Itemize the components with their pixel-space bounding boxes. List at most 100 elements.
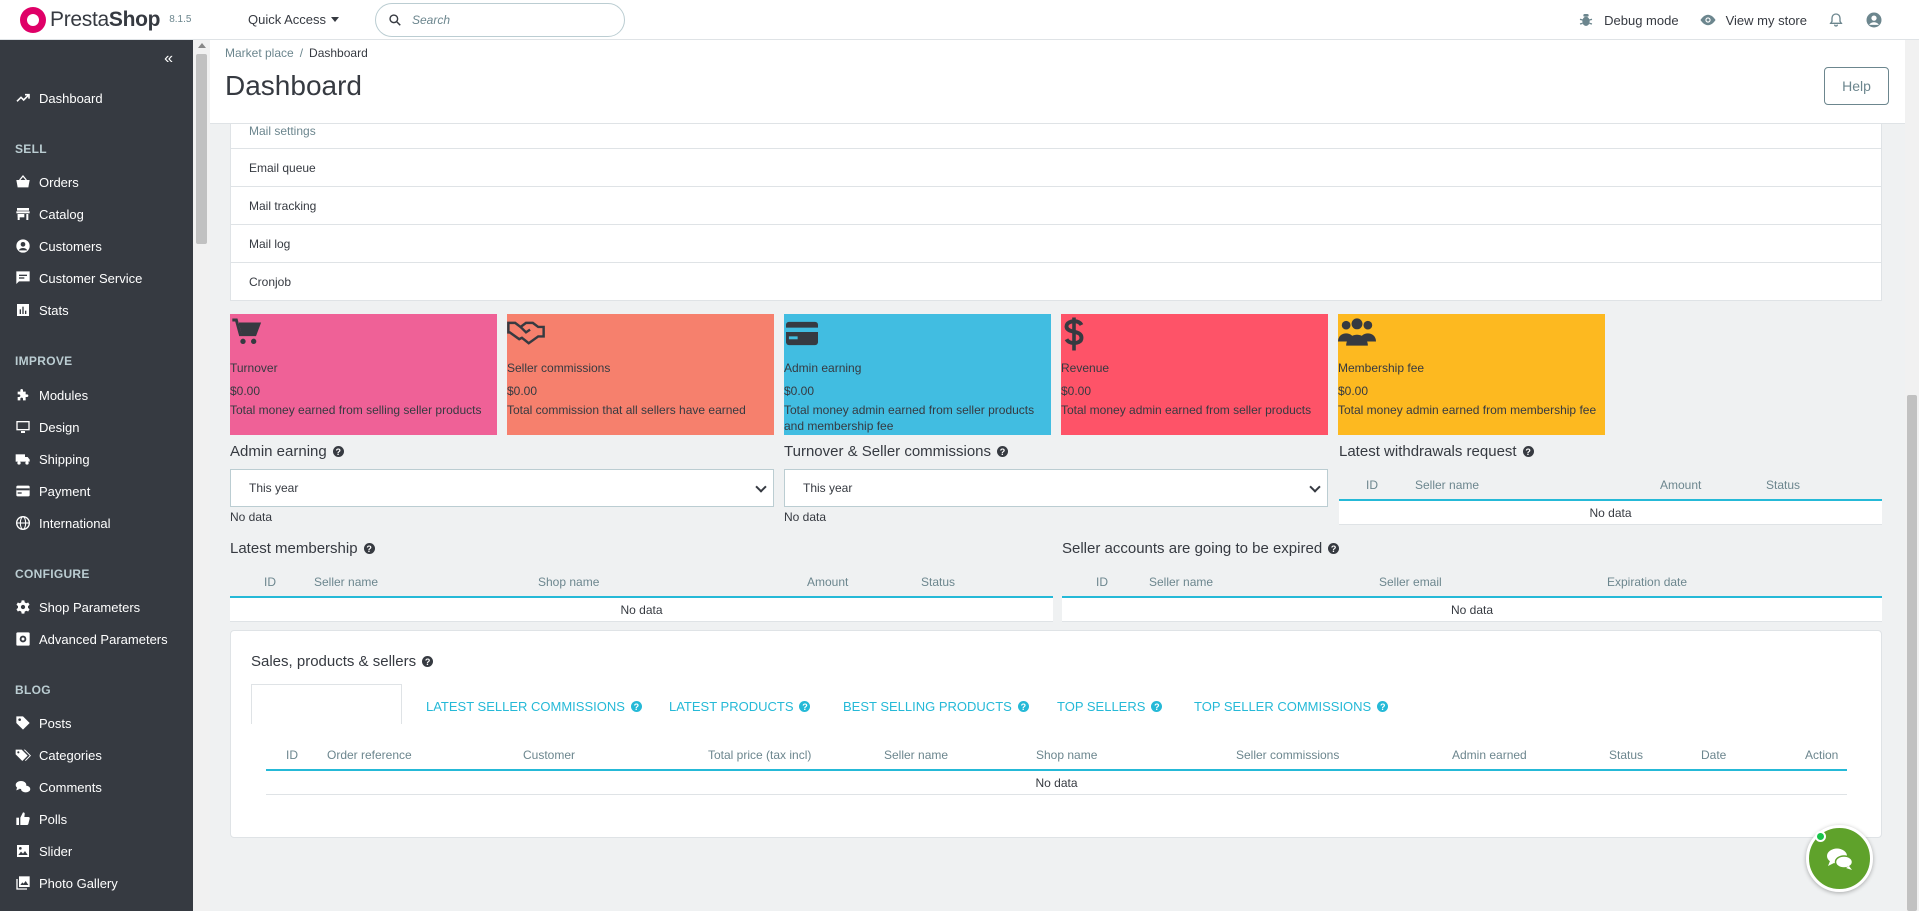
menu-item-mail-tracking[interactable]: Mail tracking <box>231 186 1881 224</box>
scroll-up-arrow-icon[interactable] <box>198 43 206 48</box>
column-header[interactable]: Seller commissions <box>1236 748 1339 762</box>
question-circle-icon[interactable]: ? <box>363 543 375 554</box>
sidebar-item-posts[interactable]: Posts <box>15 715 72 731</box>
tab-latest-seller-commissions[interactable]: LATEST SELLER COMMISSIONS ? <box>426 699 642 714</box>
chevron-down-icon <box>1309 481 1321 493</box>
sidebar-item-categories[interactable]: Categories <box>15 747 102 763</box>
logo-text-presta: Presta <box>50 7 109 31</box>
turnover-period-select[interactable]: This year <box>784 469 1328 507</box>
seller-commissions-table-header: ID Order reference Customer Total price … <box>266 739 1847 771</box>
stat-card-revenue: Revenue $0.00 Total money admin earned f… <box>1061 314 1328 435</box>
column-header[interactable]: Shop name <box>538 575 599 589</box>
breadcrumb-parent[interactable]: Market place <box>225 46 294 60</box>
tab-top-sellers[interactable]: TOP SELLERS ? <box>1057 699 1163 714</box>
sidebar-item-international[interactable]: International <box>15 515 111 531</box>
column-header[interactable]: Seller name <box>1149 575 1213 589</box>
expired-accounts-title: Seller accounts are going to be expired … <box>1062 540 1340 557</box>
sidebar-item-photo-gallery[interactable]: Photo Gallery <box>15 875 118 891</box>
breadcrumb: Market place / Dashboard <box>225 46 368 60</box>
table-row: No data <box>1062 598 1882 622</box>
sidebar-item-customers[interactable]: Customers <box>15 238 102 254</box>
column-header[interactable]: Amount <box>1660 478 1701 492</box>
account-button[interactable] <box>1865 11 1883 29</box>
column-header[interactable]: Expiration date <box>1607 575 1687 589</box>
sidebar-item-label: Catalog <box>39 206 84 222</box>
collapse-sidebar-icon[interactable]: « <box>164 50 173 68</box>
column-header[interactable]: Admin earned <box>1452 748 1527 762</box>
tab-latest-products[interactable]: LATEST PRODUCTS ? <box>669 699 811 714</box>
sidebar-item-polls[interactable]: Polls <box>15 811 67 827</box>
column-header[interactable]: Action <box>1805 748 1838 762</box>
sidebar-item-customer-service[interactable]: Customer Service <box>15 270 142 286</box>
search-box[interactable] <box>375 2 625 37</box>
sidebar-item-advanced-parameters[interactable]: Advanced Parameters <box>15 631 168 647</box>
sidebar-item-shop-parameters[interactable]: Shop Parameters <box>15 599 140 615</box>
account-circle-icon <box>1865 11 1883 29</box>
tab-top-seller-commissions[interactable]: TOP SELLER COMMISSIONS ? <box>1194 699 1389 714</box>
live-chat-button[interactable] <box>1806 825 1873 892</box>
sidebar-item-orders[interactable]: Orders <box>15 174 79 190</box>
header-actions: Debug mode View my store <box>1557 0 1883 40</box>
top-header: PrestaShop 8.1.5 Quick Access Debug mode… <box>0 0 1919 40</box>
handshake-icon <box>507 321 545 345</box>
column-header[interactable]: Seller name <box>1415 478 1479 492</box>
question-circle-icon[interactable]: ? <box>422 656 434 667</box>
column-header[interactable]: Status <box>1609 748 1643 762</box>
column-header[interactable]: ID <box>1096 575 1108 589</box>
cart-icon <box>232 318 262 344</box>
column-header[interactable]: Date <box>1701 748 1726 762</box>
column-header[interactable]: ID <box>264 575 276 589</box>
sidebar-item-dashboard[interactable]: Dashboard <box>15 90 103 106</box>
column-header[interactable]: Customer <box>523 748 575 762</box>
sidebar-item-shipping[interactable]: Shipping <box>15 451 90 467</box>
question-circle-icon[interactable]: ? <box>1328 543 1340 554</box>
column-header[interactable]: Seller email <box>1379 575 1442 589</box>
page-scrollbar-thumb[interactable] <box>1907 395 1917 911</box>
sidebar-item-comments[interactable]: Comments <box>15 779 102 795</box>
search-input[interactable] <box>412 12 592 27</box>
page-scrollbar[interactable] <box>1905 40 1919 911</box>
view-store-link[interactable]: View my store <box>1699 11 1807 29</box>
admin-earning-period-select[interactable]: This year <box>230 469 774 507</box>
tags-icon <box>15 749 31 761</box>
menu-item-email-queue[interactable]: Email queue <box>231 148 1881 186</box>
question-circle-icon[interactable]: ? <box>1522 446 1534 457</box>
notifications-button[interactable] <box>1827 11 1845 29</box>
column-header[interactable]: Seller name <box>884 748 948 762</box>
basket-icon <box>16 174 30 188</box>
sidebar-scrollbar[interactable] <box>193 40 210 911</box>
column-header[interactable]: Order reference <box>327 748 412 762</box>
membership-table: ID Seller name Shop name Amount Status N… <box>230 566 1053 622</box>
column-header[interactable]: ID <box>1366 478 1378 492</box>
menu-item-mail-log[interactable]: Mail log <box>231 224 1881 262</box>
tab-best-selling-products[interactable]: BEST SELLING PRODUCTS ? <box>843 699 1029 714</box>
menu-item-cronjob[interactable]: Cronjob <box>231 262 1881 300</box>
sidebar-item-design[interactable]: Design <box>15 419 79 435</box>
tab-active-empty[interactable] <box>251 684 402 724</box>
column-header[interactable]: Status <box>921 575 955 589</box>
sidebar-item-payment[interactable]: Payment <box>15 483 90 499</box>
help-button[interactable]: Help <box>1824 67 1889 105</box>
column-header[interactable]: ID <box>286 748 298 762</box>
sidebar-item-modules[interactable]: Modules <box>15 387 88 403</box>
dollar-icon <box>1064 317 1084 351</box>
menu-item-mail-settings[interactable]: Mail settings <box>231 120 1881 148</box>
column-header[interactable]: Seller name <box>314 575 378 589</box>
tab-label: BEST SELLING PRODUCTS <box>843 699 1012 714</box>
sidebar-item-stats[interactable]: Stats <box>15 302 69 318</box>
column-header[interactable]: Amount <box>807 575 848 589</box>
turnover-no-data: No data <box>784 510 827 524</box>
sidebar-item-catalog[interactable]: Catalog <box>15 206 84 222</box>
debug-mode-link[interactable]: Debug mode <box>1577 11 1679 29</box>
sidebar-item-slider[interactable]: Slider <box>15 843 72 859</box>
question-circle-icon[interactable]: ? <box>332 446 344 457</box>
column-header[interactable]: Shop name <box>1036 748 1097 762</box>
question-circle-icon[interactable]: ? <box>997 446 1009 457</box>
sidebar-scrollbar-thumb[interactable] <box>196 54 207 244</box>
column-header[interactable]: Status <box>1766 478 1800 492</box>
sales-panel-title-text: Sales, products & sellers <box>251 653 417 670</box>
column-header[interactable]: Total price (tax incl) <box>708 748 811 762</box>
image-icon <box>17 845 29 857</box>
prestashop-logo[interactable]: PrestaShop 8.1.5 <box>20 6 228 33</box>
quick-access-dropdown[interactable]: Quick Access <box>248 12 375 27</box>
